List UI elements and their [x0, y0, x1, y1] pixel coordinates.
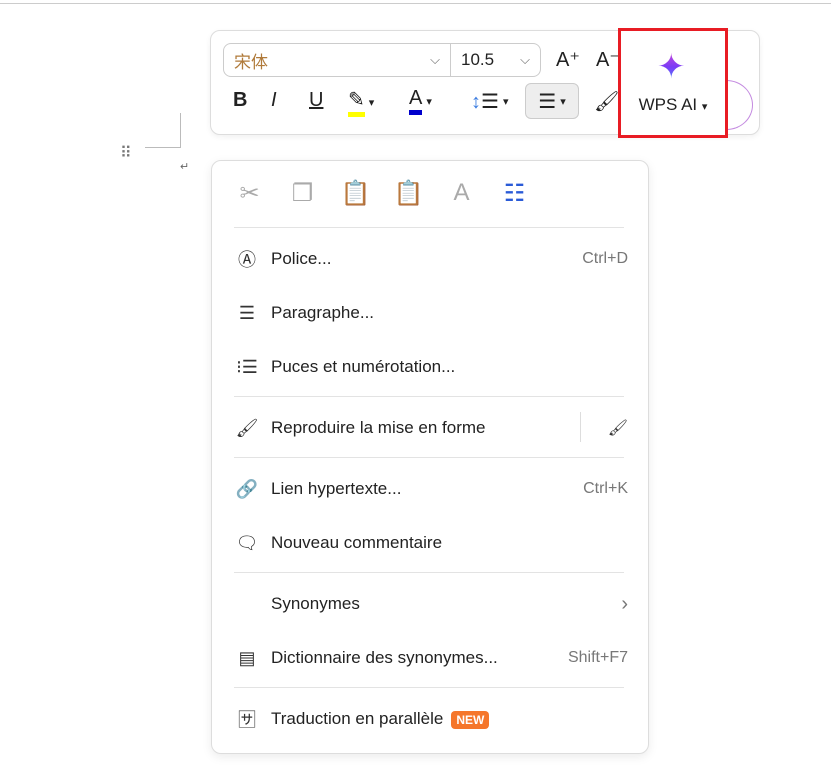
menu-label: Lien hypertexte...	[271, 479, 402, 498]
format-painter-lock-icon[interactable]: 🖌	[608, 418, 628, 438]
align-button[interactable]: ☰ ▾	[525, 83, 579, 119]
chevron-down-icon: ▾	[426, 95, 432, 108]
menu-item-reproduire[interactable]: 🖌 Reproduire la mise en forme 🖌	[212, 408, 648, 448]
cut-icon[interactable]: ✂	[234, 179, 265, 208]
menu-label: Dictionnaire des synonymes...	[271, 648, 498, 667]
paragraph-mark: ↵	[180, 161, 190, 173]
format-painter-icon: 🖌	[594, 91, 620, 113]
chevron-down-icon: ▾	[701, 101, 708, 113]
separator	[234, 572, 624, 573]
highlight-button[interactable]: ✎ ▾	[348, 87, 374, 117]
font-color-icon: A	[409, 87, 423, 115]
menu-item-puces[interactable]: ⁝☰ Puces et numérotation...	[212, 347, 648, 387]
font-size-select[interactable]: 10.5 ⌵	[450, 43, 541, 77]
thesaurus-icon: ▤	[238, 647, 256, 668]
menu-label: Police...	[271, 249, 332, 268]
menu-item-synonymes[interactable]: Synonymes ›	[212, 584, 648, 624]
menu-label: Paragraphe...	[271, 303, 375, 322]
wps-ai-star-icon: ✦	[657, 48, 686, 86]
bullets-icon: ⁝☰	[236, 356, 258, 377]
menu-item-police[interactable]: Ⓐ Police... Ctrl+D	[212, 239, 648, 279]
format-painter-icon: 🖌	[235, 417, 259, 438]
chevron-down-icon: ▾	[368, 96, 375, 109]
menu-label: Nouveau commentaire	[271, 533, 443, 552]
highlighter-icon: ✎	[348, 87, 365, 117]
menu-item-lien[interactable]: 🔗 Lien hypertexte... Ctrl+K	[212, 469, 648, 509]
menu-label-text: Traduction en parallèle	[271, 709, 444, 728]
font-name-select[interactable]: 宋体 ⌵	[223, 43, 451, 77]
divider	[580, 412, 581, 442]
drag-handle-icon[interactable]: ⠿	[120, 146, 134, 162]
margin-corner-mark	[145, 113, 181, 148]
separator	[234, 396, 624, 397]
new-comment-icon: 🗨	[235, 532, 259, 553]
shortcut: Ctrl+D	[582, 250, 628, 267]
chevron-down-icon: ⌵	[430, 52, 440, 67]
underline-button[interactable]: U	[309, 89, 323, 112]
grow-font-button[interactable]: A⁺	[556, 47, 580, 72]
paste-list-icon[interactable]: ☷	[499, 179, 530, 208]
shortcut: Ctrl+K	[583, 480, 628, 497]
separator	[234, 457, 624, 458]
shrink-font-button[interactable]: A⁻	[596, 47, 620, 72]
chevron-right-icon: ›	[621, 592, 628, 615]
translate-icon: 🈂	[238, 710, 256, 730]
menu-item-dictionnaire[interactable]: ▤ Dictionnaire des synonymes... Shift+F7	[212, 638, 648, 678]
font-icon: Ⓐ	[238, 250, 256, 270]
italic-button[interactable]: I	[271, 89, 277, 112]
menu-label: Reproduire la mise en forme	[271, 418, 486, 437]
wps-ai-button[interactable]: ✦ WPS AI ▾	[618, 28, 728, 138]
chevron-down-icon: ▾	[560, 95, 566, 108]
paragraph-icon: ☰	[238, 302, 256, 323]
font-name-value: 宋体	[234, 52, 268, 72]
line-spacing-button[interactable]: ↕☰ ▾	[471, 89, 508, 114]
bold-button[interactable]: B	[233, 89, 247, 112]
font-color-button[interactable]: A ▾	[409, 87, 432, 115]
line-spacing-icon: ↕☰	[471, 91, 499, 113]
font-size-value: 10.5	[461, 50, 495, 69]
chevron-down-icon: ▾	[502, 96, 509, 108]
copy-icon[interactable]: ❐	[287, 179, 318, 208]
wps-ai-label: WPS AI	[638, 95, 698, 114]
menu-item-paragraphe[interactable]: ☰ Paragraphe...	[212, 293, 648, 333]
paste-merge-format-icon[interactable]: 📋	[393, 179, 424, 208]
menu-item-traduction[interactable]: 🈂 Traduction en parallèle NEW	[212, 699, 648, 739]
separator	[234, 687, 624, 688]
format-painter-button[interactable]: 🖌	[594, 89, 619, 114]
context-menu: ✂ ❐ 📋 📋 A ☷ Ⓐ Police... Ctrl+D ☰ Paragraphe…	[211, 160, 649, 754]
shortcut: Shift+F7	[567, 649, 628, 666]
paste-keep-format-icon[interactable]: 📋	[340, 179, 371, 208]
paste-text-only-icon[interactable]: A	[446, 179, 477, 208]
menu-label: Traduction en parallèle NEW	[271, 709, 490, 729]
align-icon: ☰	[538, 90, 557, 113]
chevron-down-icon: ⌵	[520, 52, 530, 67]
link-icon: 🔗	[235, 478, 259, 499]
menu-item-commentaire[interactable]: 🗨 Nouveau commentaire	[212, 523, 648, 563]
menu-label: Puces et numérotation...	[271, 357, 456, 376]
paste-options: ✂ ❐ 📋 📋 A ☷	[234, 179, 530, 208]
separator	[234, 227, 624, 228]
menu-label: Synonymes	[271, 594, 360, 613]
page-edge	[0, 3, 831, 4]
new-badge: NEW	[451, 711, 490, 729]
